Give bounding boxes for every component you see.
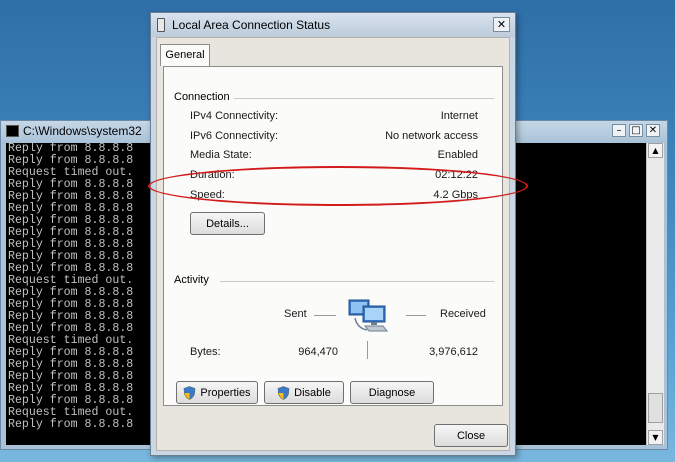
network-computers-icon [348,299,389,332]
bytes-sent-value: 964,470 [298,346,338,358]
activity-group-title: Activity [174,274,209,286]
general-tab-panel: Connection IPv4 Connectivity: Internet I… [163,66,503,406]
console-title: C:\Windows\system32 [23,124,142,138]
scroll-up-icon[interactable]: ▲ [648,143,663,158]
uac-shield-icon [184,385,196,400]
ipv4-label: IPv4 Connectivity: [190,110,279,122]
properties-button-label: Properties [200,386,251,399]
dialog-close-icon[interactable]: ✕ [493,17,510,32]
media-state-value: Enabled [437,149,478,161]
network-cable-icon [157,18,165,32]
received-connector [406,315,426,316]
diagnose-button[interactable]: Diagnose [350,381,434,404]
maximize-button[interactable]: □ [629,124,643,137]
minimize-button[interactable]: – [612,124,626,137]
console-app-icon [6,125,19,137]
disable-button-label: Disable [294,386,331,399]
activity-divider [220,281,494,282]
media-state-label: Media State: [190,149,252,161]
dialog-title: Local Area Connection Status [172,18,331,32]
received-label: Received [440,308,486,320]
scroll-down-icon[interactable]: ▼ [648,430,663,445]
connection-divider [234,98,494,99]
close-button[interactable]: ✕ [646,124,660,137]
dialog-body: General Connection IPv4 Connectivity: In… [156,37,510,451]
details-button[interactable]: Details... [190,212,265,235]
tab-general[interactable]: General [160,44,210,66]
bytes-label: Bytes: [190,346,221,358]
connection-group-title: Connection [174,91,230,103]
bytes-received-value: 3,976,612 [429,346,478,358]
properties-button[interactable]: Properties [176,381,258,404]
connection-status-dialog: Local Area Connection Status ✕ General C… [150,12,516,456]
bytes-divider [367,341,368,359]
duration-value: 02:12:22 [435,169,478,181]
ipv4-value: Internet [440,110,478,122]
sent-label: Sent [284,308,307,320]
speed-label: Speed: [190,189,225,201]
disable-button[interactable]: Disable [264,381,344,404]
duration-label: Duration: [190,169,235,181]
close-dialog-button[interactable]: Close [434,424,508,447]
console-scrollbar[interactable]: ▲ ▼ [646,143,664,445]
scroll-thumb[interactable] [648,393,663,423]
ipv6-label: IPv6 Connectivity: [190,130,279,142]
speed-value: 4.2 Gbps [433,189,478,201]
dialog-titlebar[interactable]: Local Area Connection Status ✕ [151,13,515,37]
uac-shield-icon [277,385,290,400]
sent-connector [314,315,336,316]
ipv6-value: No network access [385,130,478,142]
